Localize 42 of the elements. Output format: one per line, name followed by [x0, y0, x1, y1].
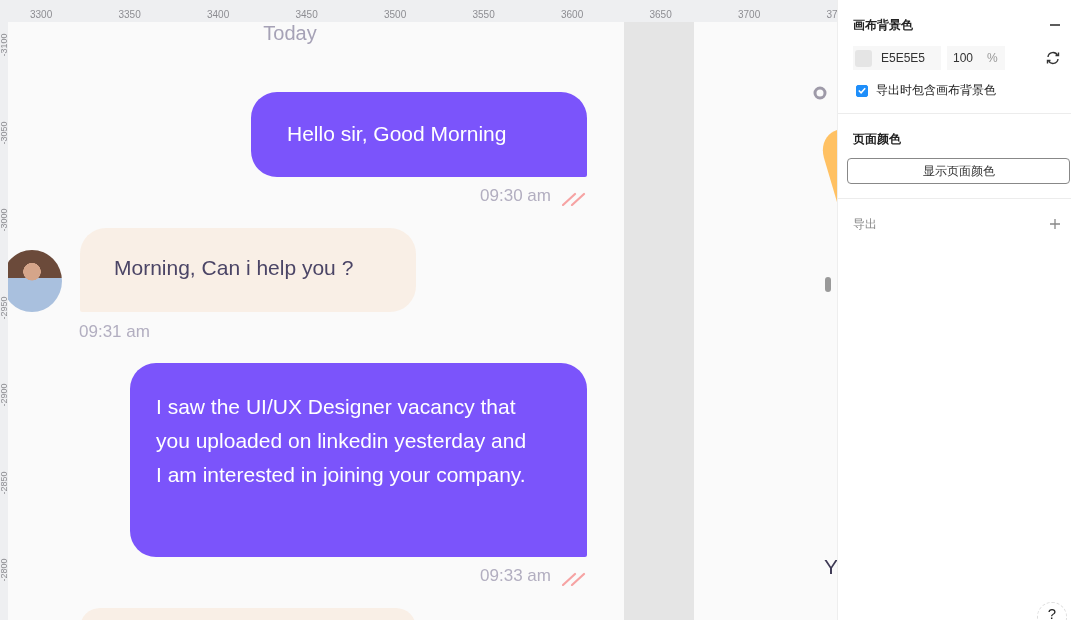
message-text: I saw the UI/UX Designer vacancy that you uploaded on linkedin yesterday and I am interested in joining your company. [156, 394, 528, 488]
message-time: 09:33 am [480, 566, 551, 586]
ruler-label: 3350 [118, 9, 141, 20]
opacity-value: 100 [953, 51, 974, 65]
ruler-label: -2950 [0, 295, 9, 321]
ruler-label: -3000 [0, 207, 9, 234]
show-page-color-button[interactable]: 显示页面颜色 [847, 158, 1070, 184]
frame-text: Y [824, 555, 837, 579]
date-label: Today [262, 22, 318, 45]
section-title: 画布背景色 [853, 16, 913, 34]
section-title: 导出 [853, 215, 877, 233]
hex-value: E5E5E5 [881, 51, 926, 65]
ruler-label: 3500 [384, 9, 407, 20]
message-text: Hello sir, Good Morning [287, 121, 508, 147]
message-time: 09:31 am [79, 322, 150, 342]
message-time: 09:30 am [480, 186, 551, 206]
ruler-label: 3450 [295, 9, 318, 20]
ruler-label: 3400 [207, 9, 230, 20]
section-title: 页面颜色 [853, 130, 901, 148]
opacity-field[interactable]: 100 % [947, 46, 1005, 70]
ruler-label: 3700 [738, 9, 761, 20]
checkbox-label: 导出时包含画布背景色 [876, 82, 996, 99]
ruler-label: 3650 [649, 9, 672, 20]
plus-icon[interactable] [1049, 218, 1061, 230]
ruler-label: -3100 [0, 32, 9, 59]
ruler-label: 3300 [30, 9, 53, 20]
ruler-label: -2850 [0, 470, 9, 496]
message-text: Morning, Can i help you ? [114, 255, 355, 281]
scrollbar-thumb[interactable] [825, 277, 831, 292]
shape-icon [822, 130, 837, 202]
ruler-label: -2800 [0, 557, 9, 584]
ring-icon [813, 86, 827, 100]
ruler-label: 3600 [561, 9, 584, 20]
color-field[interactable]: E5E5E5 [853, 46, 941, 70]
checkbox[interactable] [856, 84, 868, 97]
ruler-label: 3550 [472, 9, 495, 20]
refresh-icon[interactable] [1045, 50, 1061, 66]
ruler-label: 37 [826, 9, 837, 20]
ruler-label: -2900 [0, 382, 9, 409]
help-button[interactable]: ? [1037, 602, 1067, 620]
ruler-label: -3050 [0, 120, 9, 146]
percent-unit: % [987, 51, 998, 65]
